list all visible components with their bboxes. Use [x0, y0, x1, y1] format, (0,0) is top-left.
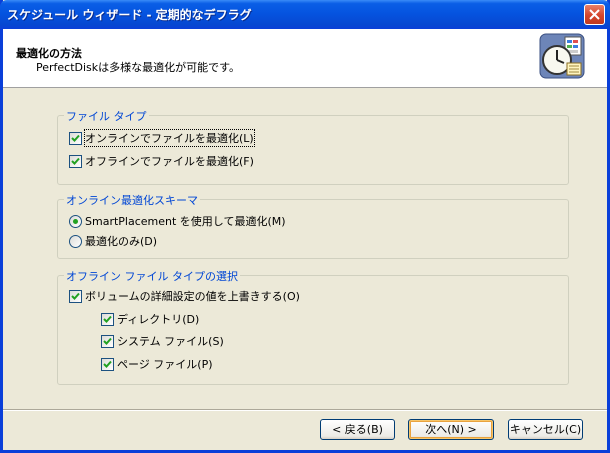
back-button[interactable]: < 戻る(B) — [320, 419, 395, 440]
online-optimize-option[interactable]: オンラインでファイルを最適化(L) — [69, 129, 255, 147]
online-schema-group: オンライン最適化スキーマ SmartPlacement を使用して最適化(M) … — [57, 192, 569, 259]
directory-label: ディレクトリ(D) — [117, 313, 200, 326]
check-icon — [71, 134, 80, 142]
page-file-label: ページ ファイル(P) — [117, 358, 213, 371]
smartplacement-option[interactable]: SmartPlacement を使用して最適化(M) — [69, 213, 286, 229]
radio-selected-dot — [73, 218, 78, 224]
online-schema-group-title: オンライン最適化スキーマ — [64, 192, 200, 208]
check-icon — [103, 315, 112, 323]
page-file-checkbox[interactable] — [101, 357, 114, 371]
cancel-button[interactable]: キャンセル(C) — [508, 419, 583, 440]
optimize-only-label: 最適化のみ(D) — [85, 235, 158, 248]
file-type-group: ファイル タイプ オンラインでファイルを最適化(L) オフラインでファイルを最適… — [57, 108, 569, 185]
title-bar[interactable]: スケジュール ウィザード - 定期的なデフラグ — [0, 0, 610, 29]
optimize-only-radio[interactable] — [69, 234, 82, 248]
directory-option[interactable]: ディレクトリ(D) — [101, 311, 199, 327]
system-file-option[interactable]: システム ファイル(S) — [101, 333, 224, 349]
footer-divider — [3, 409, 607, 411]
check-icon — [103, 337, 112, 345]
offline-optimize-option[interactable]: オフラインでファイルを最適化(F) — [69, 153, 254, 169]
override-settings-option[interactable]: ボリュームの詳細設定の値を上書きする(O) — [69, 288, 300, 304]
wizard-window: スケジュール ウィザード - 定期的なデフラグ 最適化の方法 PerfectDi… — [0, 0, 610, 453]
check-icon — [71, 157, 80, 165]
offline-file-type-group: オフライン ファイル タイプの選択 ボリュームの詳細設定の値を上書きする(O) … — [57, 268, 569, 385]
check-icon — [71, 292, 80, 300]
online-optimize-label: オンラインでファイルを最適化(L) — [84, 129, 255, 147]
override-settings-checkbox[interactable] — [69, 289, 82, 303]
online-optimize-checkbox[interactable] — [69, 131, 82, 145]
offline-optimize-label: オフラインでファイルを最適化(F) — [85, 155, 254, 168]
window-title: スケジュール ウィザード - 定期的なデフラグ — [7, 8, 252, 22]
next-button[interactable]: 次へ(N) > — [408, 419, 494, 440]
smartplacement-radio[interactable] — [69, 214, 82, 228]
system-file-label: システム ファイル(S) — [117, 335, 224, 348]
override-settings-label: ボリュームの詳細設定の値を上書きする(O) — [85, 290, 300, 303]
offline-group-title: オフライン ファイル タイプの選択 — [64, 268, 240, 284]
file-type-group-title: ファイル タイプ — [64, 108, 149, 124]
wizard-header: 最適化の方法 PerfectDiskは多様な最適化が可能です。 — [3, 29, 607, 88]
offline-optimize-checkbox[interactable] — [69, 154, 82, 168]
system-file-checkbox[interactable] — [101, 334, 114, 348]
page-subtitle: PerfectDiskは多様な最適化が可能です。 — [36, 61, 241, 74]
directory-checkbox[interactable] — [101, 312, 114, 326]
clock-schedule-icon — [539, 33, 585, 79]
optimize-only-option[interactable]: 最適化のみ(D) — [69, 233, 157, 249]
close-icon — [589, 9, 600, 20]
smartplacement-label: SmartPlacement を使用して最適化(M) — [85, 215, 286, 228]
check-icon — [103, 360, 112, 368]
close-button[interactable] — [584, 4, 605, 25]
page-file-option[interactable]: ページ ファイル(P) — [101, 356, 213, 372]
